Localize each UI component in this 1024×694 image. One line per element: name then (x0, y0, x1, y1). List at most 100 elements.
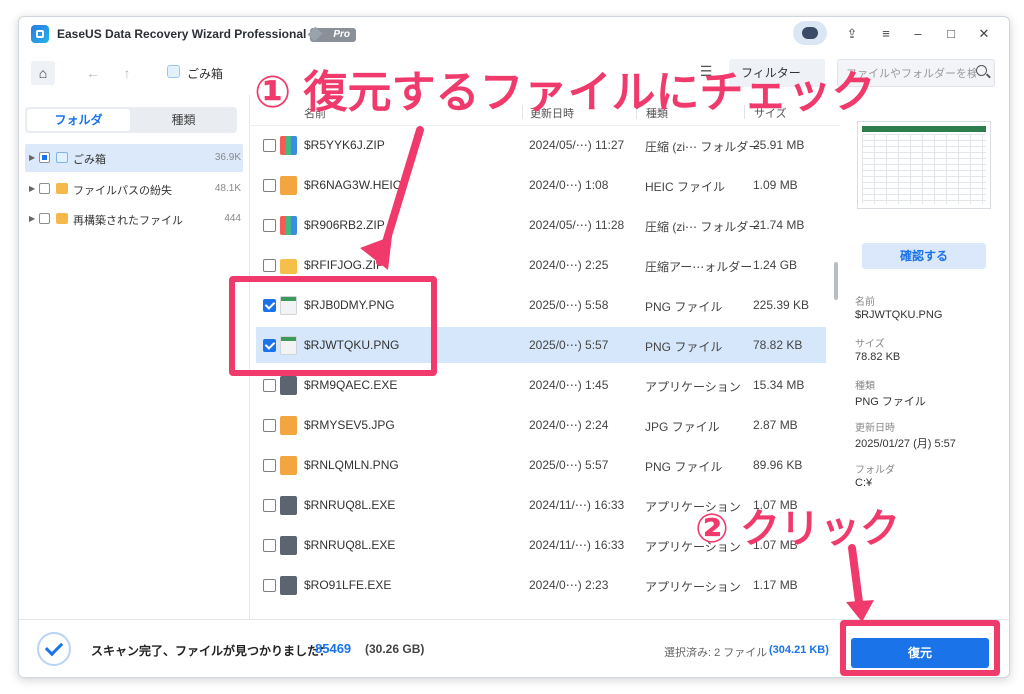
item-count: 36.9K (214, 152, 241, 163)
row-checkbox[interactable] (263, 499, 276, 512)
upload-icon[interactable]: ⇪ (843, 26, 861, 42)
table-row[interactable]: $RMYSEV5.JPG 2024/0⋯) 2:24 JPG ファイル 2.87 MB (256, 407, 826, 443)
annotation-highlight-box (840, 620, 1000, 676)
exe-icon (280, 496, 297, 515)
tree-checkbox[interactable] (39, 213, 50, 224)
recycle-bin-icon (56, 152, 68, 163)
file-count: 85469 (315, 641, 352, 656)
row-checkbox[interactable] (263, 419, 276, 432)
file-date: 2024/05/⋯) 11:27 (529, 138, 625, 152)
file-size: 78.82 KB (753, 338, 803, 352)
file-size: 1.24 GB (753, 258, 798, 272)
file-date: 2024/0⋯) 2:25 (529, 258, 609, 272)
folder-icon (56, 213, 68, 224)
row-checkbox[interactable] (263, 459, 276, 472)
file-type: HEIC ファイル (645, 180, 726, 194)
file-type: アプリケーション (645, 380, 741, 394)
search-icon[interactable] (976, 65, 987, 76)
minimize-icon[interactable]: – (909, 26, 927, 42)
file-name: $RO91LFE.EXE (304, 578, 392, 592)
file-name: $RNRUQ8L.EXE (304, 538, 396, 552)
back-button[interactable]: ← (81, 61, 105, 85)
selected-size: (304.21 KB) (769, 644, 829, 656)
row-checkbox[interactable] (263, 139, 276, 152)
app-logo-icon (31, 25, 49, 43)
file-date: 2025/0⋯) 5:58 (529, 298, 609, 312)
tab-type[interactable]: 種類 (132, 109, 235, 131)
sidebar-tabs: フォルダ 種類 (25, 107, 237, 133)
confirm-button[interactable]: 確認する (862, 243, 986, 269)
table-row[interactable]: $RNLQMLN.PNG 2025/0⋯) 5:57 PNG ファイル 89.96 K… (256, 447, 826, 483)
field-value: PNG ファイル (855, 396, 926, 408)
table-row[interactable]: $R6NAG3W.HEIC 2024/0⋯) 1:08 HEIC ファイル 1.09 … (256, 167, 826, 203)
row-checkbox[interactable] (263, 259, 276, 272)
jpg-icon (280, 416, 297, 435)
table-row[interactable]: $RO91LFE.EXE 2024/0⋯) 2:23 アプリケーション 1.17 MB (256, 567, 826, 603)
file-date: 2024/0⋯) 2:23 (529, 578, 609, 592)
field-label: フォルダ (855, 465, 895, 476)
file-date: 2025/0⋯) 5:57 (529, 458, 609, 472)
tree-checkbox[interactable] (39, 152, 50, 163)
annotation-step1: ① 復元するファイルにチェック (254, 68, 876, 117)
file-date: 2024/11/⋯) 16:33 (529, 498, 625, 512)
file-type: PNG ファイル (645, 300, 723, 314)
row-checkbox[interactable] (263, 539, 276, 552)
item-count: 48.1K (214, 183, 241, 194)
forward-button[interactable]: ↑ (115, 61, 139, 85)
tab-folder[interactable]: フォルダ (27, 109, 130, 131)
expand-arrow-icon[interactable]: ▶ (29, 153, 35, 162)
pro-badge: Pro (310, 28, 356, 42)
file-date: 2024/0⋯) 1:08 (529, 178, 609, 192)
file-date: 2024/05/⋯) 11:28 (529, 218, 625, 232)
account-avatar-icon[interactable] (793, 21, 827, 45)
scrollbar[interactable] (834, 262, 838, 300)
image-icon (280, 176, 297, 195)
folder-icon (56, 183, 68, 194)
exe-icon (280, 376, 297, 395)
file-name: $R6NAG3W.HEIC (304, 178, 402, 192)
exe-icon (280, 576, 297, 595)
menu-icon[interactable]: ≡ (877, 26, 895, 42)
row-checkbox[interactable] (263, 379, 276, 392)
sidebar-item-label: ごみ箱 (73, 154, 106, 166)
file-size: 25.91 MB (753, 138, 805, 152)
file-type: 圧縮アー⋯ォルダー (645, 260, 753, 274)
selected-count: 選択済み: 2 ファイル (664, 647, 768, 659)
sidebar-item-lost-path[interactable]: ▶ ファイルパスの紛失 48.1K (25, 175, 243, 203)
total-size: (30.26 GB) (365, 642, 425, 656)
home-button[interactable]: ⌂ (31, 61, 55, 85)
sidebar-item-label: 再構築されたファイル (73, 215, 183, 227)
folder-icon (280, 259, 297, 274)
file-type: 圧縮 (zi⋯ フォルダー (645, 220, 761, 234)
expand-arrow-icon[interactable]: ▶ (29, 214, 35, 223)
scan-status-text: スキャン完了、ファイルが見つかりました： (91, 644, 332, 658)
preview-thumbnail (857, 121, 991, 209)
row-checkbox[interactable] (263, 219, 276, 232)
file-date: 2024/11/⋯) 16:33 (529, 538, 625, 552)
zip-icon (280, 216, 297, 235)
row-checkbox[interactable] (263, 179, 276, 192)
maximize-icon[interactable]: □ (942, 26, 960, 42)
field-label: サイズ (855, 339, 885, 350)
table-row[interactable]: $R5YYK6J.ZIP 2024/05/⋯) 11:27 圧縮 (zi⋯ フォルダ… (256, 127, 826, 163)
tree-checkbox[interactable] (39, 183, 50, 194)
file-size: 15.34 MB (753, 378, 805, 392)
file-name: $RNRUQ8L.EXE (304, 498, 396, 512)
annotation-step2: ② クリック (695, 507, 900, 551)
field-label: 更新日時 (855, 423, 895, 434)
sidebar-item-recycle-bin[interactable]: ▶ ごみ箱 36.9K (25, 144, 243, 172)
breadcrumb[interactable]: ごみ箱 (187, 65, 223, 82)
file-date: 2024/0⋯) 1:45 (529, 378, 609, 392)
expand-arrow-icon[interactable]: ▶ (29, 184, 35, 193)
field-value: $RJWTQKU.PNG (855, 309, 943, 321)
file-name: $R906RB2.ZIP (304, 218, 385, 232)
item-count: 444 (224, 213, 241, 224)
file-size: 1.17 MB (753, 578, 798, 592)
row-checkbox[interactable] (263, 579, 276, 592)
check-circle-icon (37, 632, 71, 666)
sidebar-item-rebuilt[interactable]: ▶ 再構築されたファイル 444 (25, 205, 243, 233)
close-icon[interactable]: ✕ (975, 26, 993, 42)
field-label: 種類 (855, 381, 875, 392)
table-row[interactable]: $R906RB2.ZIP 2024/05/⋯) 11:28 圧縮 (zi⋯ フォルダ… (256, 207, 826, 243)
file-size: 1.09 MB (753, 178, 798, 192)
